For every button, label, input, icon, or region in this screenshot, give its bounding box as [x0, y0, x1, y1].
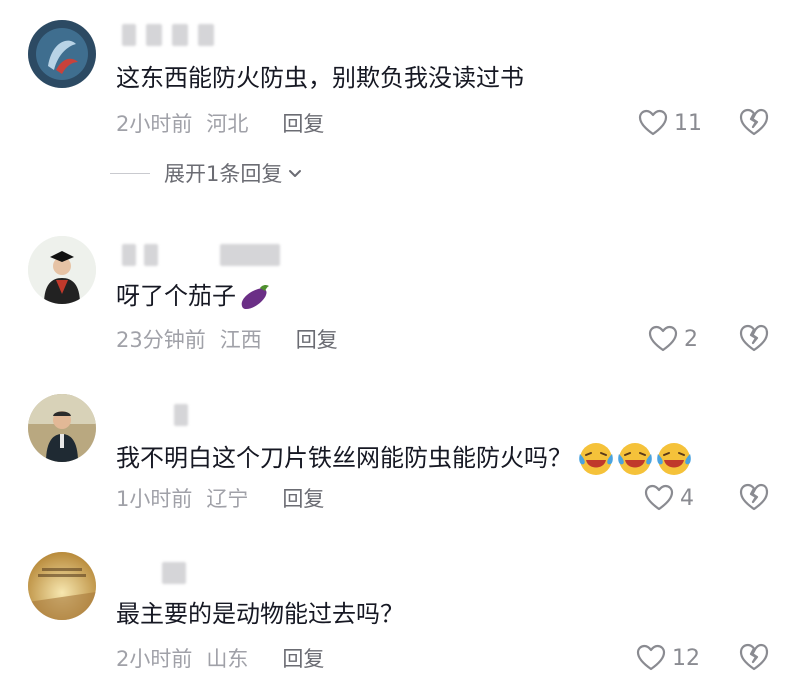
avatar[interactable] [28, 552, 96, 620]
comment-text: 最主要的是动物能过去吗？ [116, 600, 404, 628]
comment-location: 山东 [206, 647, 249, 671]
like-count: 12 [672, 645, 700, 671]
username-redacted[interactable] [116, 562, 196, 584]
comment-meta: 2小时前 山东 回复 [116, 645, 338, 673]
comment-item: 最主要的是动物能过去吗？ 2小时前 山东 回复 12 [0, 0, 800, 694]
comment-time: 2小时前 [116, 647, 193, 671]
dislike-button[interactable] [738, 641, 770, 673]
like-button[interactable]: 12 [636, 641, 700, 675]
broken-heart-icon [739, 643, 769, 671]
reply-button[interactable]: 回复 [282, 647, 324, 671]
heart-outline-icon [636, 644, 666, 671]
